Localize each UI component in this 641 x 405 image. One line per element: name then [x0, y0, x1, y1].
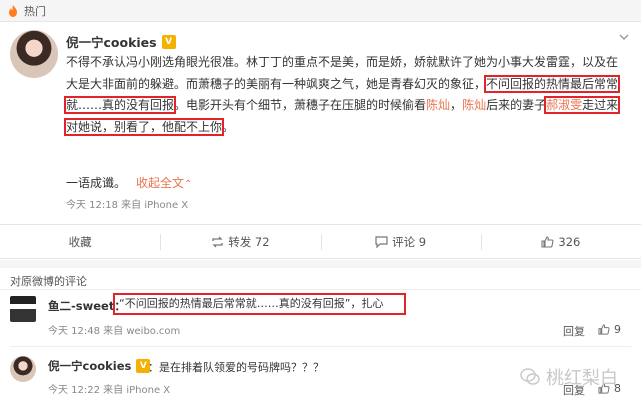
mention-link[interactable]: 郝淑雯 [546, 98, 582, 112]
collapse-link[interactable]: 收起全文⌃ [136, 176, 192, 190]
wechat-icon [520, 368, 540, 385]
hot-label: 热门 [24, 4, 46, 18]
comment-like-button[interactable]: 9 [598, 323, 621, 336]
mention-link[interactable]: 陈灿 [462, 98, 486, 112]
comment-meta: 今天 12:48 来自 weibo.com [48, 326, 181, 337]
section-gap [0, 260, 641, 268]
fire-icon [9, 4, 17, 17]
post-author[interactable]: 倪一宁cookies V [66, 32, 176, 51]
repost-icon [212, 236, 223, 247]
commenter-name[interactable]: 倪一宁cookies V [48, 358, 151, 374]
post-text-2: 。电影开头有个细节，萧穗子在压腿的时候偷看 [174, 98, 427, 112]
comment-button[interactable]: 评论 9 [320, 225, 481, 258]
separator: ， [450, 98, 463, 112]
chevron-down-icon[interactable] [619, 34, 629, 41]
repost-button[interactable]: 转发 72 [160, 225, 320, 258]
comment-icon [375, 235, 388, 248]
like-button[interactable]: 326 [480, 225, 641, 258]
post-text-5: 。 [222, 119, 235, 134]
post-meta: 今天 12:18 来自 iPhone X [66, 200, 189, 211]
weibo-post: 倪一宁cookies V 不得不承认冯小刚选角眼光很准。林丁丁的重点不是美，而是… [0, 22, 641, 225]
action-bar: 收藏 转发 72 评论 9 326 [0, 225, 641, 259]
thumbs-up-icon [598, 324, 610, 335]
comment-meta: 今天 12:22 来自 iPhone X [48, 385, 171, 396]
collapse-arrow-icon: ⌃ [184, 179, 193, 190]
author-name[interactable]: 倪一宁cookies [66, 32, 157, 51]
mention-link[interactable]: 陈灿 [426, 98, 450, 112]
divider [0, 289, 641, 290]
post-summary: 一语成谶。 收起全文⌃ [66, 176, 193, 190]
favorite-button[interactable]: 收藏 [0, 225, 160, 258]
comments-header: 对原微博的评论 [10, 275, 87, 288]
hot-topic-bar: 热门 [0, 0, 641, 22]
post-body: 不得不承认冯小刚选角眼光很准。林丁丁的重点不是美，而是娇，娇就默许了她为小事大发… [63, 52, 626, 138]
avatar[interactable] [10, 356, 36, 382]
comment-text: “不问回报的热情最后常常就……真的没有回报”，扎心 [113, 293, 406, 315]
avatar[interactable] [10, 296, 36, 322]
thumbs-up-icon [541, 235, 554, 248]
avatar[interactable] [10, 30, 58, 78]
comment-text: ：是在排着队领爱的号码牌吗？？？ [148, 361, 324, 374]
verified-badge: V [161, 34, 176, 49]
post-text-3: 后来的妻子 [486, 98, 547, 112]
reply-button[interactable]: 回复 [563, 323, 585, 339]
watermark: 桃红梨白 [520, 364, 618, 390]
divider [10, 346, 631, 347]
